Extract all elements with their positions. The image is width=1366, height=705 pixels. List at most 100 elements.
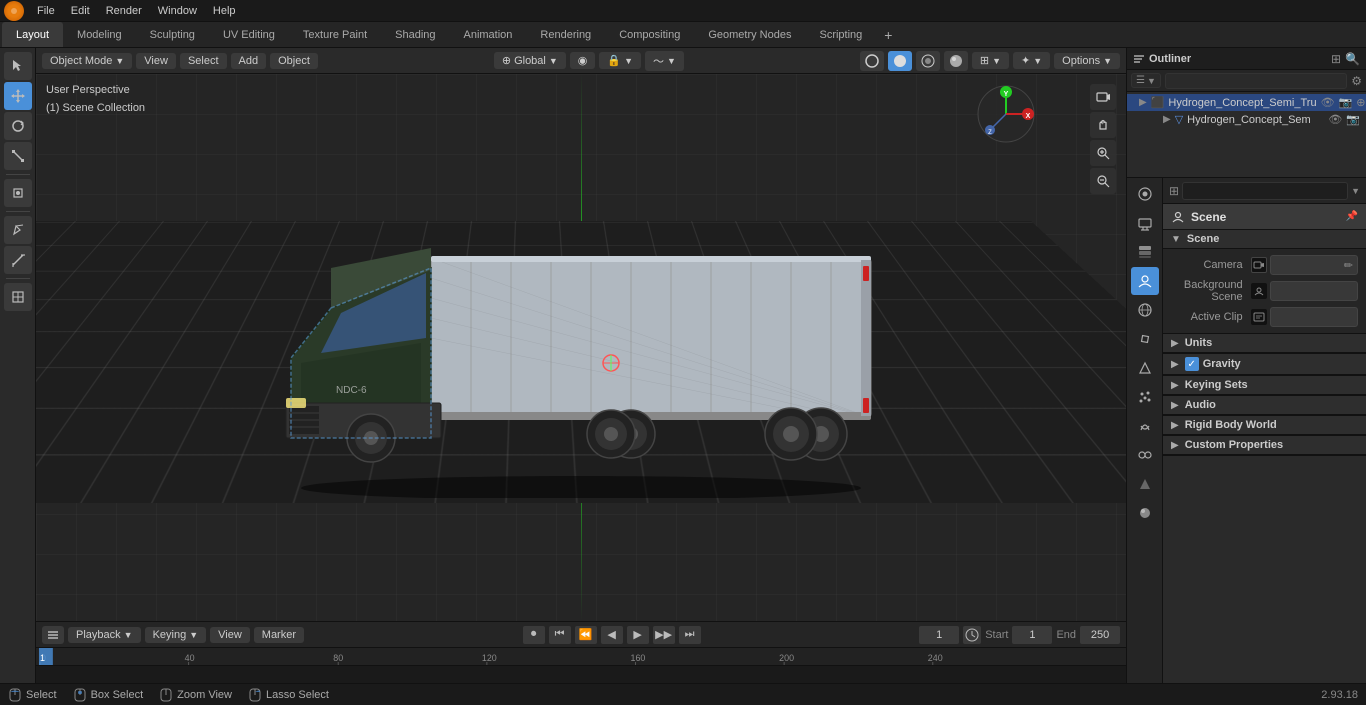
viewport-shading-rendered[interactable]	[944, 51, 968, 71]
properties-search-input[interactable]	[1182, 182, 1348, 200]
outliner-search-icon[interactable]: 🔍	[1345, 52, 1360, 66]
options-btn[interactable]: Options ▼	[1054, 53, 1120, 69]
add-workspace-button[interactable]: +	[876, 23, 900, 47]
gravity-header[interactable]: ▶ ✓ Gravity	[1163, 354, 1366, 375]
proportional-edit[interactable]: ◉	[570, 52, 596, 69]
status-zoom-view[interactable]: Zoom View	[159, 688, 232, 702]
tab-modeling[interactable]: Modeling	[63, 22, 136, 47]
menu-window[interactable]: Window	[151, 3, 204, 19]
prop-constraints-btn[interactable]	[1131, 441, 1159, 469]
scene-section-pin[interactable]: 📌	[1346, 211, 1358, 222]
start-frame-field[interactable]: 1	[1012, 626, 1052, 644]
next-keyframe-btn[interactable]: ▶▶	[653, 626, 675, 644]
status-lasso-select[interactable]: Lasso Select	[248, 688, 329, 702]
proportional-settings[interactable]: 〜 ▼	[645, 51, 684, 71]
tab-compositing[interactable]: Compositing	[605, 22, 694, 47]
annotate-tool[interactable]	[4, 216, 32, 244]
fps-indicator[interactable]	[963, 626, 981, 644]
properties-filter-dropdown[interactable]: ▼	[1351, 186, 1360, 196]
active-clip-dropdown[interactable]	[1270, 307, 1358, 327]
overlay-toggle[interactable]: ⊞ ▼	[972, 52, 1009, 69]
jump-end-btn[interactable]: ⏭	[679, 626, 701, 644]
viewport-shading-solid[interactable]	[888, 51, 912, 71]
keying-dropdown[interactable]: Keying ▼	[145, 627, 207, 643]
add-menu[interactable]: Add	[231, 53, 267, 69]
cursor-tool[interactable]	[4, 52, 32, 80]
camera-pencil[interactable]: ✏	[1344, 259, 1353, 272]
outliner-filter-icon[interactable]: ⊞	[1331, 52, 1341, 66]
prop-material-btn[interactable]	[1131, 499, 1159, 527]
prop-render-btn[interactable]	[1131, 180, 1159, 208]
tab-rendering[interactable]: Rendering	[526, 22, 605, 47]
truck-model[interactable]: NDC-6	[231, 178, 931, 501]
scale-tool[interactable]	[4, 142, 32, 170]
snap-toggle[interactable]: 🔒 ▼	[599, 52, 641, 69]
background-scene-dropdown[interactable]	[1270, 281, 1358, 301]
record-btn[interactable]: ⏺	[523, 626, 545, 644]
outliner-item-collection[interactable]: ▶ ⬛ Hydrogen_Concept_Semi_Tru 👁 📷 ⊕	[1127, 94, 1366, 111]
tab-shading[interactable]: Shading	[381, 22, 449, 47]
rotate-tool[interactable]	[4, 112, 32, 140]
view-menu[interactable]: View	[136, 53, 176, 69]
play-btn[interactable]: ▶	[627, 626, 649, 644]
outliner-filter-icon2[interactable]: ⚙	[1351, 74, 1362, 88]
tab-layout[interactable]: Layout	[2, 22, 63, 47]
outliner-visibility-icon[interactable]: 👁	[1321, 96, 1335, 109]
tab-texture-paint[interactable]: Texture Paint	[289, 22, 381, 47]
playback-dropdown[interactable]: Playback ▼	[68, 627, 141, 643]
viewport-shading-material[interactable]	[916, 51, 940, 71]
prop-output-btn[interactable]	[1131, 209, 1159, 237]
status-select[interactable]: Select	[8, 688, 57, 702]
status-box-select[interactable]: Box Select	[73, 688, 144, 702]
tab-scripting[interactable]: Scripting	[805, 22, 876, 47]
menu-edit[interactable]: Edit	[64, 3, 97, 19]
object-mode-dropdown[interactable]: Object Mode ▼	[42, 53, 132, 69]
measure-tool[interactable]	[4, 246, 32, 274]
outliner-visibility-icon2[interactable]: 👁	[1328, 113, 1342, 126]
menu-help[interactable]: Help	[206, 3, 243, 19]
outliner-search-field[interactable]	[1165, 73, 1347, 89]
outliner-select-icon[interactable]: ⊕	[1356, 96, 1365, 109]
prop-object-btn[interactable]	[1131, 325, 1159, 353]
camera-dropdown[interactable]: ✏	[1270, 255, 1358, 275]
jump-start-btn[interactable]: ⏮	[549, 626, 571, 644]
gizmo-toggle[interactable]: ✦ ▼	[1013, 52, 1050, 69]
prop-physics-btn[interactable]	[1131, 412, 1159, 440]
tab-uv-editing[interactable]: UV Editing	[209, 22, 289, 47]
prop-scene-btn[interactable]	[1131, 267, 1159, 295]
marker-dropdown[interactable]: Marker	[254, 627, 304, 643]
prop-viewlayer-btn[interactable]	[1131, 238, 1159, 266]
current-frame-field[interactable]: 1	[919, 626, 959, 644]
rigid-body-header[interactable]: ▶ Rigid Body World	[1163, 416, 1366, 435]
prop-modifier-btn[interactable]	[1131, 354, 1159, 382]
outliner-render-icon[interactable]: 📷	[1339, 96, 1353, 109]
scene-subsection-header[interactable]: ▼ Scene	[1163, 230, 1366, 249]
transform-tool[interactable]	[4, 179, 32, 207]
custom-props-header[interactable]: ▶ Custom Properties	[1163, 436, 1366, 455]
audio-header[interactable]: ▶ Audio	[1163, 396, 1366, 415]
transform-orientation[interactable]: ⊕ Global ▼	[494, 52, 566, 69]
tab-sculpting[interactable]: Sculpting	[136, 22, 209, 47]
menu-render[interactable]: Render	[99, 3, 149, 19]
menu-file[interactable]: File	[30, 3, 62, 19]
select-menu[interactable]: Select	[180, 53, 227, 69]
view-zoom-out-btn[interactable]	[1090, 168, 1116, 194]
view-hand-btn[interactable]	[1090, 112, 1116, 138]
blender-logo[interactable]	[4, 1, 24, 21]
add-primitive-tool[interactable]	[4, 283, 32, 311]
view-camera-btn[interactable]	[1090, 84, 1116, 110]
scrubber-area[interactable]: 0 40 80 120 160	[36, 647, 1126, 683]
keying-sets-header[interactable]: ▶ Keying Sets	[1163, 376, 1366, 395]
prev-keyframe-btn[interactable]: ◀	[601, 626, 623, 644]
end-frame-field[interactable]: 250	[1080, 626, 1120, 644]
axis-widget[interactable]: Y X Z	[976, 84, 1036, 144]
prop-world-btn[interactable]	[1131, 296, 1159, 324]
units-header[interactable]: ▶ Units	[1163, 334, 1366, 353]
prev-frame-btn[interactable]: ⏪	[575, 626, 597, 644]
prop-data-btn[interactable]	[1131, 470, 1159, 498]
viewport-canvas[interactable]: NDC-6	[36, 74, 1126, 621]
outliner-item-mesh[interactable]: ▶ ▽ Hydrogen_Concept_Sem 👁 📷	[1127, 111, 1366, 128]
outliner-render-icon2[interactable]: 📷	[1346, 113, 1360, 126]
prop-particles-btn[interactable]	[1131, 383, 1159, 411]
view-zoom-in-btn[interactable]	[1090, 140, 1116, 166]
